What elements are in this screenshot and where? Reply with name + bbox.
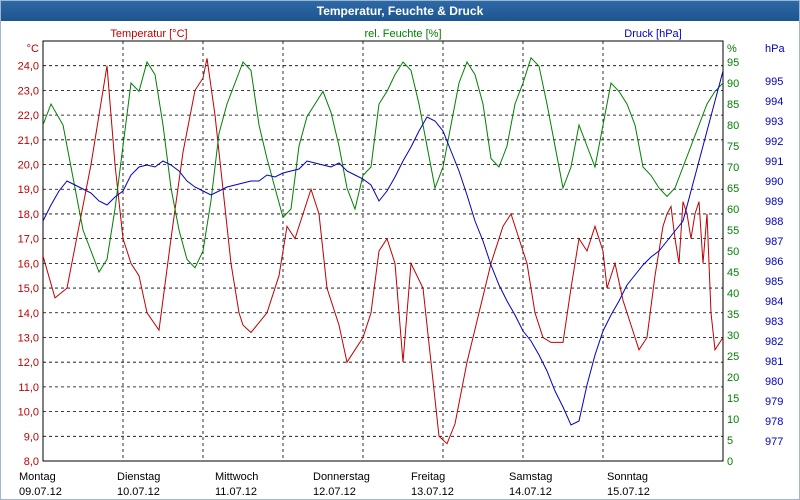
chart-window: Temperatur, Feuchte & Druck 8,0 9,0 10,0 11… (0, 0, 800, 500)
pressure-tick-label: 991 (765, 156, 783, 168)
pressure-tick-label: 983 (765, 316, 783, 328)
humidity-tick-label: 10 (727, 414, 739, 426)
plot-area (42, 40, 724, 462)
temp-tick-label: 9,0 (24, 431, 39, 443)
humidity-tick-label: 35 (727, 309, 739, 321)
pressure-tick-label: 994 (765, 96, 783, 108)
x-day-label: Montag (19, 471, 56, 483)
pressure-tick-label: 990 (765, 176, 783, 188)
humidity-tick-label: 65 (727, 183, 739, 195)
temp-tick-label: 15,0 (18, 283, 39, 295)
pressure-tick-label: 989 (765, 196, 783, 208)
humidity-tick-label: 85 (727, 99, 739, 111)
humidity-tick-label: 40 (727, 288, 739, 300)
humidity-tick-label: 30 (727, 330, 739, 342)
x-day-label: Sonntag (607, 471, 648, 483)
pressure-tick-label: 993 (765, 116, 783, 128)
humidity-tick-label: 95 (727, 57, 739, 69)
humidity-tick-label: 25 (727, 351, 739, 363)
pressure-tick-label: 984 (765, 296, 783, 308)
x-date-label: 10.07.12 (117, 486, 160, 498)
pressure-tick-label: 978 (765, 416, 783, 428)
humidity-tick-label: 0 (727, 456, 733, 468)
temp-tick-label: 19,0 (18, 184, 39, 196)
x-date-label: 09.07.12 (19, 486, 62, 498)
pressure-unit-label: hPa (765, 43, 785, 55)
temp-unit-label: °C (27, 43, 39, 55)
temp-tick-label: 14,0 (18, 308, 39, 320)
pressure-tick-label: 988 (765, 216, 783, 228)
x-date-label: 14.07.12 (509, 486, 552, 498)
pressure-tick-label: 987 (765, 236, 783, 248)
humidity-tick-label: 60 (727, 204, 739, 216)
pressure-tick-label: 986 (765, 256, 783, 268)
x-day-label: Freitag (411, 471, 445, 483)
humidity-axis-title: rel. Feuchte [%] (364, 28, 441, 40)
temp-tick-label: 23,0 (18, 85, 39, 97)
temp-tick-label: 12,0 (18, 357, 39, 369)
temp-tick-label: 10,0 (18, 407, 39, 419)
temp-tick-label: 8,0 (24, 456, 39, 468)
humidity-tick-label: 20 (727, 372, 739, 384)
temp-tick-label: 21,0 (18, 135, 39, 147)
pressure-tick-label: 992 (765, 136, 783, 148)
temp-tick-label: 24,0 (18, 61, 39, 73)
x-date-label: 12.07.12 (313, 486, 356, 498)
x-day-label: Mittwoch (215, 471, 258, 483)
x-day-label: Dienstag (117, 471, 160, 483)
humidity-tick-label: 90 (727, 78, 739, 90)
temp-tick-label: 17,0 (18, 234, 39, 246)
humidity-tick-label: 50 (727, 246, 739, 258)
humidity-tick-label: 45 (727, 267, 739, 279)
pressure-tick-label: 979 (765, 396, 783, 408)
temp-tick-label: 11,0 (18, 382, 39, 394)
humidity-tick-label: 5 (727, 435, 733, 447)
pressure-tick-label: 985 (765, 276, 783, 288)
humidity-unit-label: % (727, 43, 737, 55)
temp-tick-label: 13,0 (18, 332, 39, 344)
x-date-label: 13.07.12 (411, 486, 454, 498)
humidity-tick-label: 55 (727, 225, 739, 237)
pressure-tick-label: 981 (765, 356, 783, 368)
temp-tick-label: 16,0 (18, 258, 39, 270)
humidity-tick-label: 70 (727, 162, 739, 174)
humidity-tick-label: 75 (727, 141, 739, 153)
x-day-label: Samstag (509, 471, 552, 483)
line-chart: 8,0 9,0 10,0 11,0 12,0 13,0 14,0 15,0 16,0 17,0 18… (18, 28, 786, 498)
x-day-label: Donnerstag (313, 471, 370, 483)
pressure-tick-label: 980 (765, 376, 783, 388)
humidity-tick-label: 80 (727, 120, 739, 132)
pressure-tick-label: 982 (765, 336, 783, 348)
x-date-label: 15.07.12 (607, 486, 650, 498)
x-date-label: 11.07.12 (215, 486, 257, 498)
temp-tick-label: 18,0 (18, 209, 39, 221)
humidity-tick-label: 15 (727, 393, 739, 405)
temp-tick-label: 20,0 (18, 160, 39, 172)
pressure-tick-label: 995 (765, 76, 783, 88)
temp-tick-label: 22,0 (18, 110, 39, 122)
temp-axis-title: Temperatur [°C] (110, 28, 187, 40)
pressure-axis-title: Druck [hPa] (624, 28, 681, 40)
pressure-tick-label: 977 (765, 436, 783, 448)
